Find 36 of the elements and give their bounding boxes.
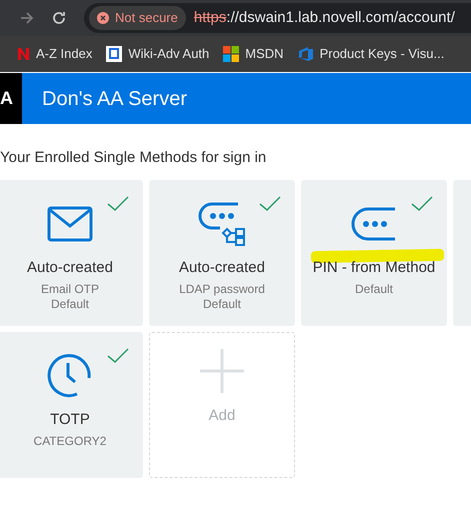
method-detail: CATEGORY2 [34,434,106,448]
square-icon [106,46,122,62]
windows-logo-icon [223,46,240,62]
bookmark[interactable]: Wiki-Adv Auth [100,41,216,67]
app-title: Don's AA Server [42,86,187,112]
method-title: Auto-created [27,258,113,276]
section-title: Your Enrolled Single Methods for sign in [0,148,268,168]
method-card[interactable]: TOTP CATEGORY2 [0,332,143,478]
logo: A [0,73,22,124]
method-detail: Default [50,296,90,312]
address-bar[interactable]: Not secure https://dswain1.lab.novell.com/account/ [84,3,471,33]
method-card[interactable]: PIN - from Method Default [301,180,447,326]
clock-icon [47,352,93,398]
bookmark[interactable]: A-Z Index [10,41,98,67]
reload-icon[interactable] [52,11,66,25]
security-chip[interactable]: Not secure [89,6,186,30]
method-detail: LDAP password [179,282,265,296]
method-title: TOTP [50,410,90,428]
warning-icon [97,12,109,24]
method-detail: Default [202,296,242,312]
method-title: PIN - from Method [312,258,436,276]
method-card[interactable]: Auto-created LDAP password Default [149,180,295,326]
bookmark[interactable]: MSDN [217,41,290,67]
devops-icon [298,46,314,62]
chat-tree-icon [198,202,246,246]
url-text: https://dswain1.lab.novell.com/account/ [194,8,455,28]
method-detail: Email OTP [40,282,99,296]
method-detail: Default [354,282,394,296]
forward-arrow-icon[interactable] [20,11,34,25]
bookmark[interactable]: Product Keys - Visu... [292,41,450,67]
envelope-icon [47,206,93,242]
letter-n-icon [16,47,30,61]
method-card[interactable]: Auto-created Email OTP Default [0,180,143,326]
method-title: Auto-created [179,258,265,276]
chat-dots-icon [351,206,397,240]
plus-icon [200,348,244,392]
